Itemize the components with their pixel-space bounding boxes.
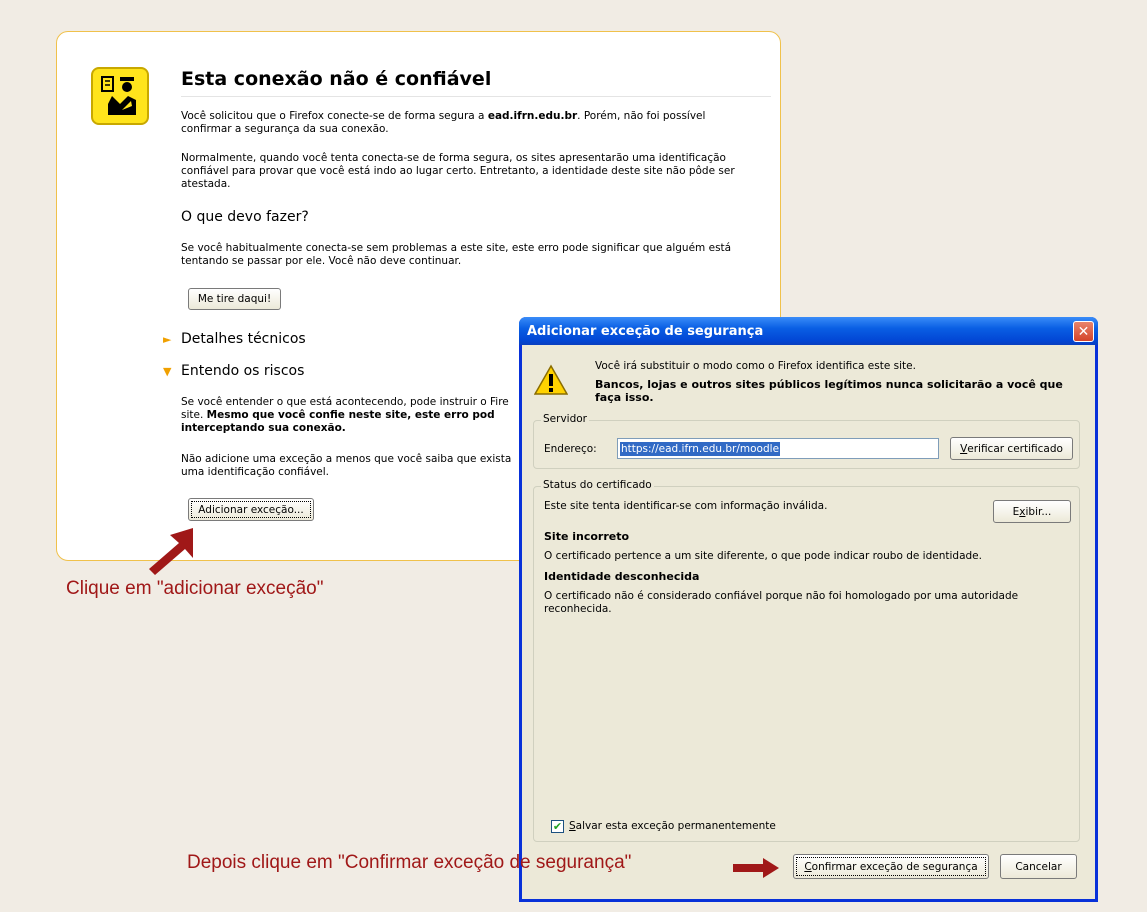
- verify-accesskey: V: [960, 442, 968, 455]
- intro-host: ead.ifrn.edu.br: [487, 110, 578, 122]
- dialog-titlebar[interactable]: Adicionar exceção de segurança ✕: [519, 317, 1098, 345]
- wrong-site-text: O certificado pertence a um site diferen…: [544, 550, 982, 562]
- risks-line-2-bold: Mesmo que você confie neste site, este e…: [206, 409, 495, 421]
- add-exception-button[interactable]: Adicionar exceção...: [188, 498, 314, 521]
- no-exception-line-2: uma identificação confiável.: [181, 466, 330, 478]
- address-input[interactable]: https://ead.ifrn.edu.br/moodle: [617, 438, 939, 459]
- warning-bold-text: Bancos, lojas e outros sites públicos le…: [595, 378, 1063, 404]
- what-should-i-do-text: Se você habitualmente conecta-se sem pro…: [181, 242, 732, 267]
- risks-line-1: Se você entender o que está acontecendo,…: [181, 396, 509, 408]
- view-label-pre: E: [1012, 505, 1020, 518]
- wrong-site-heading: Site incorreto: [544, 530, 630, 543]
- technical-details-label: Detalhes técnicos: [181, 331, 306, 347]
- server-group-label: Servidor: [541, 413, 589, 425]
- confirm-accesskey: C: [804, 860, 812, 873]
- get-me-out-button[interactable]: Me tire daqui!: [188, 288, 281, 310]
- annotation-right-arrow-icon: [733, 858, 779, 878]
- status-text: Este site tenta identificar-se com infor…: [544, 500, 828, 512]
- risks-line-2-plain: site.: [181, 409, 207, 421]
- view-label-rest: ibir...: [1025, 505, 1052, 518]
- add-security-exception-dialog: Adicionar exceção de segurança ✕ Você ir…: [519, 317, 1098, 902]
- close-button[interactable]: ✕: [1073, 321, 1094, 342]
- annotation-arrow-icon: [149, 528, 193, 575]
- risks-line-3-bold: interceptando sua conexão.: [181, 422, 346, 434]
- annotation-add-exception: Clique em "adicionar exceção": [66, 578, 324, 599]
- collapsed-triangle-icon: ►: [163, 333, 172, 346]
- confirm-security-exception-button[interactable]: Confirmar exceção de segurança: [793, 854, 989, 879]
- certificate-status-group-label: Status do certificado: [541, 479, 654, 491]
- no-exception-line-1: Não adicione uma exceção a menos que voc…: [181, 453, 512, 465]
- understand-risks-expander[interactable]: ▼ Entendo os riscos: [163, 363, 304, 379]
- warning-triangle-icon: [534, 364, 568, 395]
- understand-risks-label: Entendo os riscos: [181, 363, 305, 379]
- cancel-button[interactable]: Cancelar: [1000, 854, 1077, 879]
- page-title: Esta conexão não é confiável: [181, 68, 771, 97]
- warning-line: Você irá substituir o modo como o Firefo…: [595, 360, 916, 372]
- unknown-identity-heading: Identidade desconhecida: [544, 570, 700, 583]
- dialog-title: Adicionar exceção de segurança: [527, 323, 764, 339]
- intro-paragraph: Você solicitou que o Firefox conecte-se …: [181, 110, 751, 136]
- verify-certificate-button[interactable]: Verificar certificado: [950, 437, 1073, 460]
- intro-prefix: Você solicitou que o Firefox conecte-se …: [181, 110, 488, 122]
- what-should-i-do-heading: O que devo fazer?: [181, 209, 309, 225]
- address-label: Endereço:: [544, 443, 597, 455]
- expanded-triangle-icon: ▼: [163, 365, 172, 378]
- untrusted-warning-icon: [91, 67, 149, 125]
- confirm-label-rest: onfirmar exceção de segurança: [811, 860, 978, 873]
- save-permanently-checkbox[interactable]: ✔: [551, 820, 564, 833]
- technical-details-expander[interactable]: ► Detalhes técnicos: [163, 331, 306, 347]
- annotation-confirm-exception: Depois clique em "Confirmar exceção de s…: [187, 852, 632, 873]
- save-label-rest: alvar esta exceção permanentemente: [575, 820, 776, 832]
- address-value: https://ead.ifrn.edu.br/moodle: [620, 441, 781, 456]
- verify-label: erificar certificado: [967, 442, 1063, 455]
- normally-paragraph: Normalmente, quando você tenta conecta-s…: [181, 152, 735, 190]
- view-button[interactable]: Ex ibir...: [993, 500, 1071, 523]
- save-accesskey: S: [569, 820, 576, 832]
- unknown-identity-text: O certificado não é considerado confiáve…: [544, 590, 1019, 615]
- save-permanently-label[interactable]: Salvar esta exceção permanentemente: [569, 820, 776, 833]
